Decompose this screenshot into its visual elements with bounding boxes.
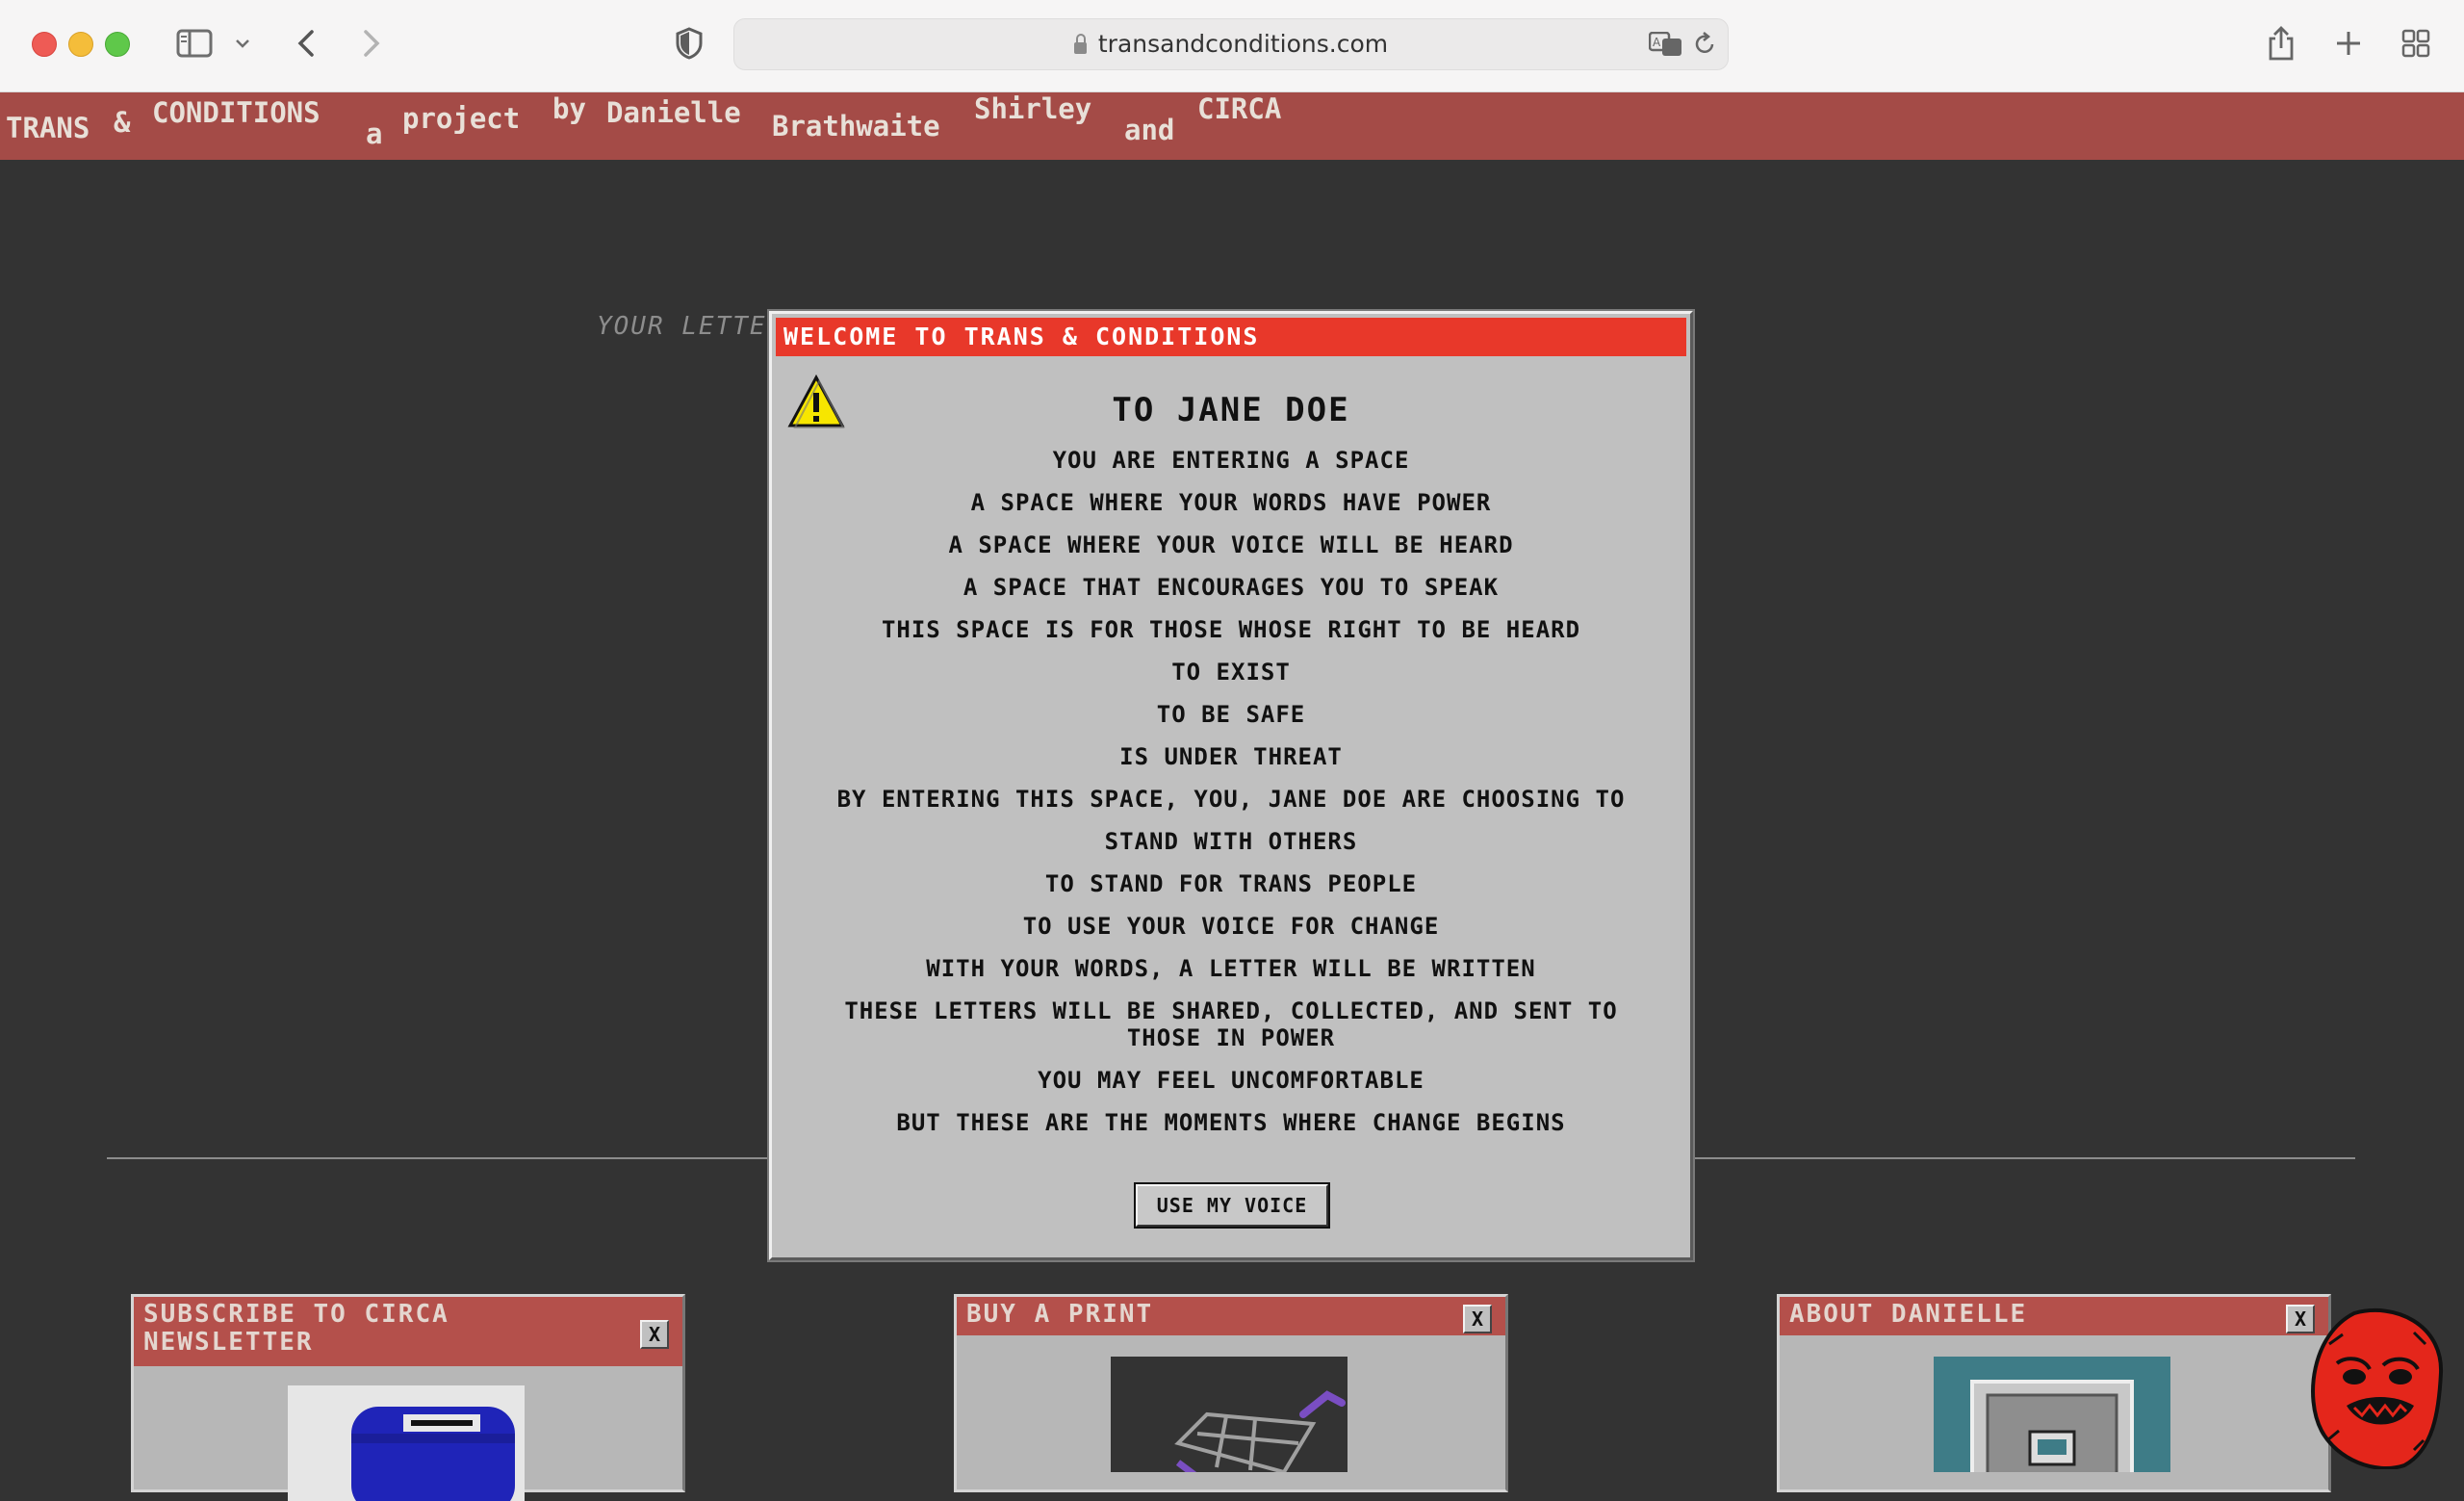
dialog-line: WITH YOUR WORDS, A LETTER WILL BE WRITTE… bbox=[926, 955, 1536, 982]
subscribe-window-title: SUBSCRIBE TO CIRCA NEWSLETTER bbox=[143, 1300, 449, 1357]
share-icon[interactable] bbox=[2262, 21, 2300, 65]
minimize-window-button[interactable] bbox=[68, 32, 93, 57]
banner-word: & bbox=[114, 106, 131, 139]
dialog-line: BY ENTERING THIS SPACE, YOU, JANE DOE AR… bbox=[836, 786, 1626, 813]
banner-word: TRANS bbox=[6, 112, 90, 144]
use-my-voice-button[interactable]: USE MY VOICE bbox=[1136, 1184, 1328, 1227]
chevron-down-icon[interactable] bbox=[231, 21, 254, 65]
sidebar-toggle-icon[interactable] bbox=[173, 21, 216, 65]
tab-overview-icon[interactable] bbox=[2397, 21, 2435, 65]
dialog-line: A SPACE WHERE YOUR VOICE WILL BE HEARD bbox=[948, 531, 1514, 558]
dialog-line: THESE LETTERS WILL BE SHARED, COLLECTED,… bbox=[844, 997, 1618, 1051]
dialog-line: THIS SPACE IS FOR THOSE WHOSE RIGHT TO B… bbox=[881, 616, 1581, 643]
dialog-heading: TO JANE DOE bbox=[1112, 391, 1350, 429]
banner-word: CONDITIONS bbox=[152, 96, 321, 129]
dialog-title: WELCOME TO TRANS & CONDITIONS bbox=[776, 318, 1686, 356]
dialog-message: YOU ARE ENTERING A SPACE A SPACE WHERE YO… bbox=[801, 447, 1661, 1152]
subscribe-close-button[interactable]: X bbox=[640, 1320, 669, 1349]
banner-word: Danielle bbox=[606, 96, 741, 129]
banner-word: Shirley bbox=[974, 92, 1092, 125]
print-window-title: BUY A PRINT bbox=[966, 1300, 1154, 1329]
banner-word: and bbox=[1124, 114, 1175, 146]
dialog-line: YOU ARE ENTERING A SPACE bbox=[1052, 447, 1410, 474]
dialog-line: A SPACE WHERE YOUR WORDS HAVE POWER bbox=[970, 489, 1492, 516]
reload-icon[interactable] bbox=[1691, 22, 1718, 66]
dialog-line: BUT THESE ARE THE MOMENTS WHERE CHANGE B… bbox=[896, 1109, 1566, 1136]
dialog-line: TO USE YOUR VOICE FOR CHANGE bbox=[1022, 913, 1440, 940]
dialog-line: A SPACE THAT ENCOURAGES YOU TO SPEAK bbox=[962, 574, 1500, 601]
about-window-title: ABOUT DANIELLE bbox=[1789, 1300, 2028, 1329]
letter-placeholder-text: YOUR LETTE bbox=[597, 312, 767, 341]
computer-icon bbox=[1934, 1357, 2170, 1472]
red-face-mascot-icon[interactable] bbox=[2308, 1306, 2445, 1470]
print-close-button[interactable]: X bbox=[1463, 1305, 1492, 1333]
banner-word: Brathwaite bbox=[772, 110, 940, 142]
site-banner: TRANS & CONDITIONS a project by Danielle Brathw… bbox=[0, 92, 2464, 160]
welcome-dialog: WELCOME TO TRANS & CONDITIONS TO JANE DO… bbox=[769, 311, 1693, 1260]
new-tab-icon[interactable] bbox=[2329, 21, 2368, 65]
banner-word: a bbox=[366, 117, 383, 150]
url-text: transandconditions.com bbox=[1097, 30, 1389, 58]
dialog-line: TO EXIST bbox=[1171, 659, 1291, 686]
address-bar[interactable]: transandconditions.com A bbox=[733, 18, 1729, 70]
lock-icon bbox=[1073, 34, 1087, 54]
banner-word: CIRCA bbox=[1197, 92, 1282, 125]
dialog-line: IS UNDER THREAT bbox=[1119, 743, 1343, 770]
dialog-line: TO STAND FOR TRANS PEOPLE bbox=[1044, 870, 1418, 897]
banner-word: project bbox=[402, 102, 521, 135]
shopping-cart-icon bbox=[1111, 1357, 1348, 1472]
banner-word: by bbox=[552, 92, 586, 125]
zoom-window-button[interactable] bbox=[105, 32, 130, 57]
forward-icon[interactable] bbox=[354, 21, 389, 65]
privacy-shield-icon[interactable] bbox=[670, 21, 708, 65]
dialog-line: STAND WITH OTHERS bbox=[1104, 828, 1358, 855]
back-icon[interactable] bbox=[289, 21, 323, 65]
print-window[interactable]: BUY A PRINT X bbox=[954, 1294, 1508, 1492]
browser-toolbar: transandconditions.com A bbox=[0, 0, 2464, 92]
about-window[interactable]: ABOUT DANIELLE X bbox=[1777, 1294, 2331, 1492]
dialog-line: TO BE SAFE bbox=[1156, 701, 1306, 728]
svg-text:A: A bbox=[1653, 36, 1661, 49]
translate-icon[interactable]: A bbox=[1647, 22, 1685, 66]
dialog-line: YOU MAY FEEL UNCOMFORTABLE bbox=[1038, 1067, 1424, 1094]
subscribe-window[interactable]: SUBSCRIBE TO CIRCA NEWSLETTER X bbox=[131, 1294, 685, 1501]
close-window-button[interactable] bbox=[32, 32, 57, 57]
mailbox-icon bbox=[288, 1385, 525, 1501]
